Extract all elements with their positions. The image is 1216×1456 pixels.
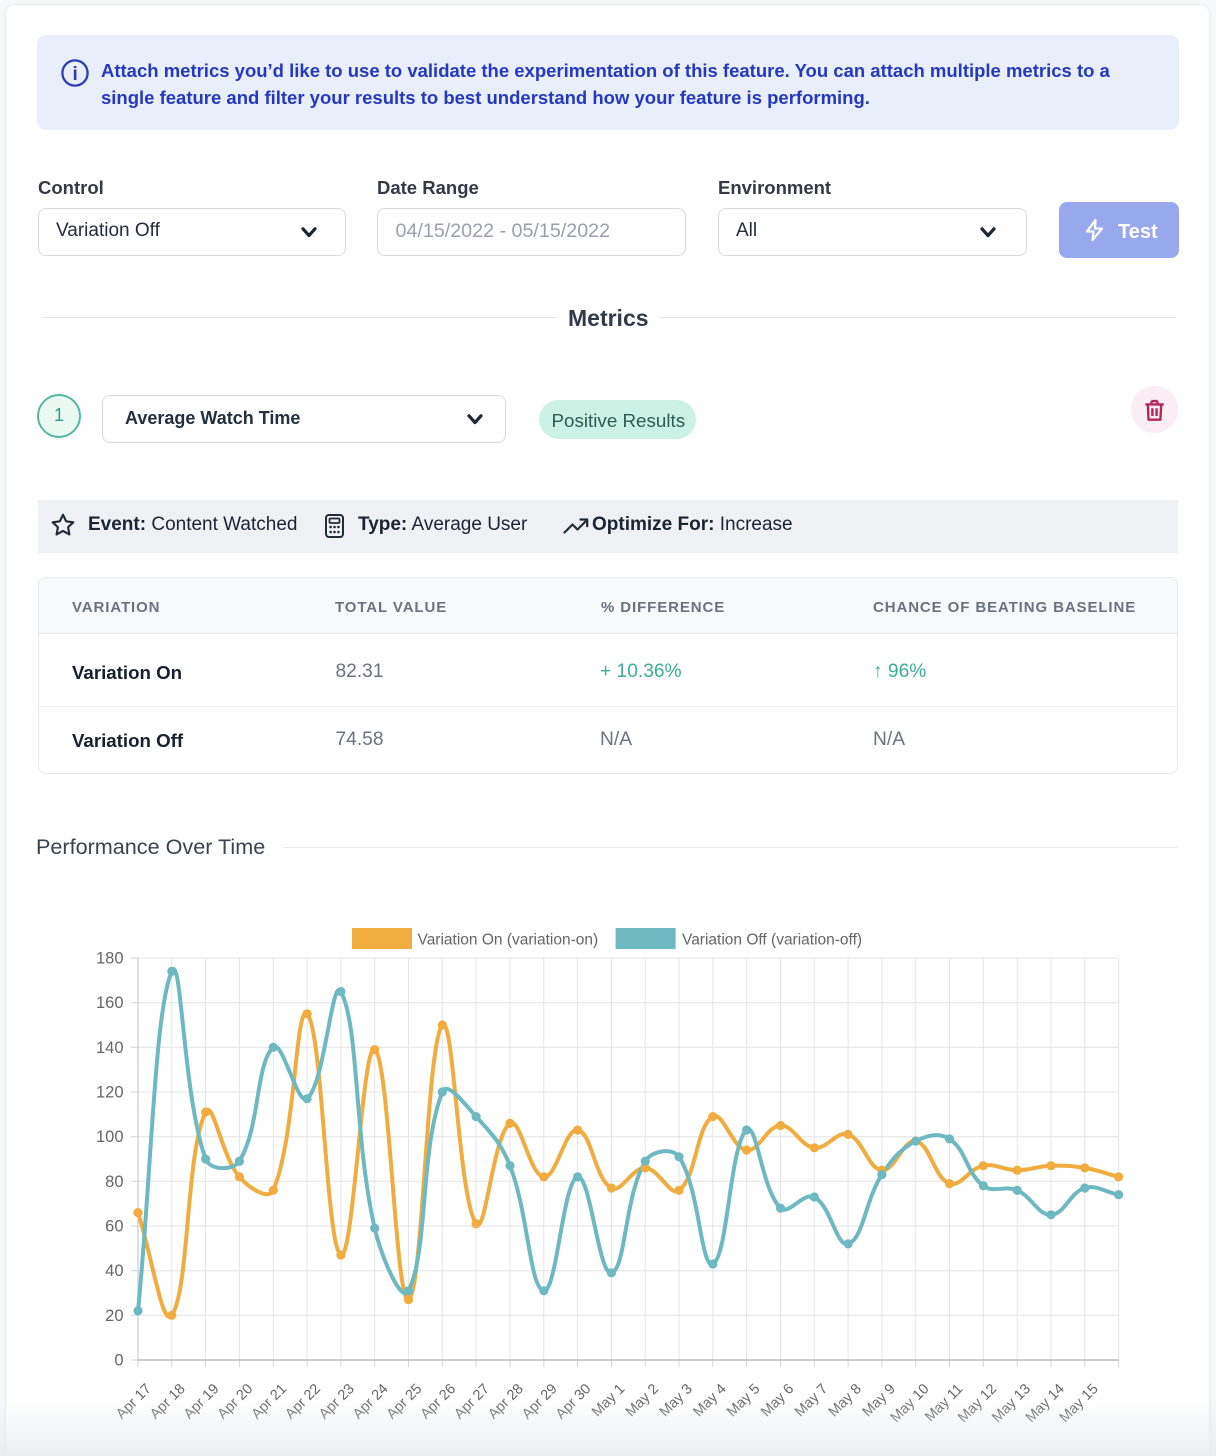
svg-text:May 7: May 7 (792, 1381, 831, 1420)
svg-text:Apr 20: Apr 20 (215, 1381, 257, 1423)
svg-text:Apr 18: Apr 18 (147, 1381, 189, 1423)
svg-text:120: 120 (96, 1084, 124, 1102)
svg-text:Apr 24: Apr 24 (350, 1381, 392, 1423)
svg-text:Apr 22: Apr 22 (282, 1381, 324, 1423)
svg-text:80: 80 (105, 1173, 123, 1191)
svg-text:Apr 26: Apr 26 (418, 1381, 460, 1423)
svg-text:May 6: May 6 (758, 1381, 797, 1420)
svg-text:Apr 23: Apr 23 (316, 1381, 358, 1423)
svg-text:40: 40 (105, 1262, 123, 1280)
svg-text:Apr 27: Apr 27 (451, 1381, 493, 1423)
svg-text:Variation Off (variation-off): Variation Off (variation-off) (682, 932, 862, 949)
svg-text:May 15: May 15 (1057, 1381, 1102, 1426)
svg-text:May 5: May 5 (724, 1381, 763, 1420)
svg-text:May 10: May 10 (888, 1381, 933, 1426)
svg-text:May 1: May 1 (589, 1381, 628, 1420)
svg-text:Variation On (variation-on): Variation On (variation-on) (418, 932, 599, 949)
svg-text:180: 180 (96, 950, 124, 968)
svg-text:Apr 30: Apr 30 (553, 1381, 595, 1423)
svg-text:Apr 29: Apr 29 (519, 1381, 561, 1423)
svg-text:May 3: May 3 (657, 1381, 696, 1420)
svg-text:May 8: May 8 (826, 1381, 865, 1420)
svg-text:Apr 17: Apr 17 (113, 1381, 155, 1423)
svg-text:Apr 28: Apr 28 (485, 1381, 527, 1423)
svg-text:160: 160 (96, 994, 124, 1012)
svg-text:i: i (73, 64, 78, 85)
svg-text:Apr 25: Apr 25 (384, 1381, 426, 1423)
svg-text:140: 140 (96, 1039, 124, 1057)
svg-text:May 4: May 4 (690, 1381, 729, 1420)
svg-text:20: 20 (105, 1307, 123, 1325)
svg-text:100: 100 (96, 1128, 124, 1146)
svg-text:0: 0 (114, 1352, 123, 1370)
svg-text:May 2: May 2 (623, 1381, 662, 1420)
svg-text:Apr 21: Apr 21 (249, 1381, 291, 1423)
svg-text:Apr 19: Apr 19 (181, 1381, 223, 1423)
svg-text:60: 60 (105, 1218, 123, 1236)
